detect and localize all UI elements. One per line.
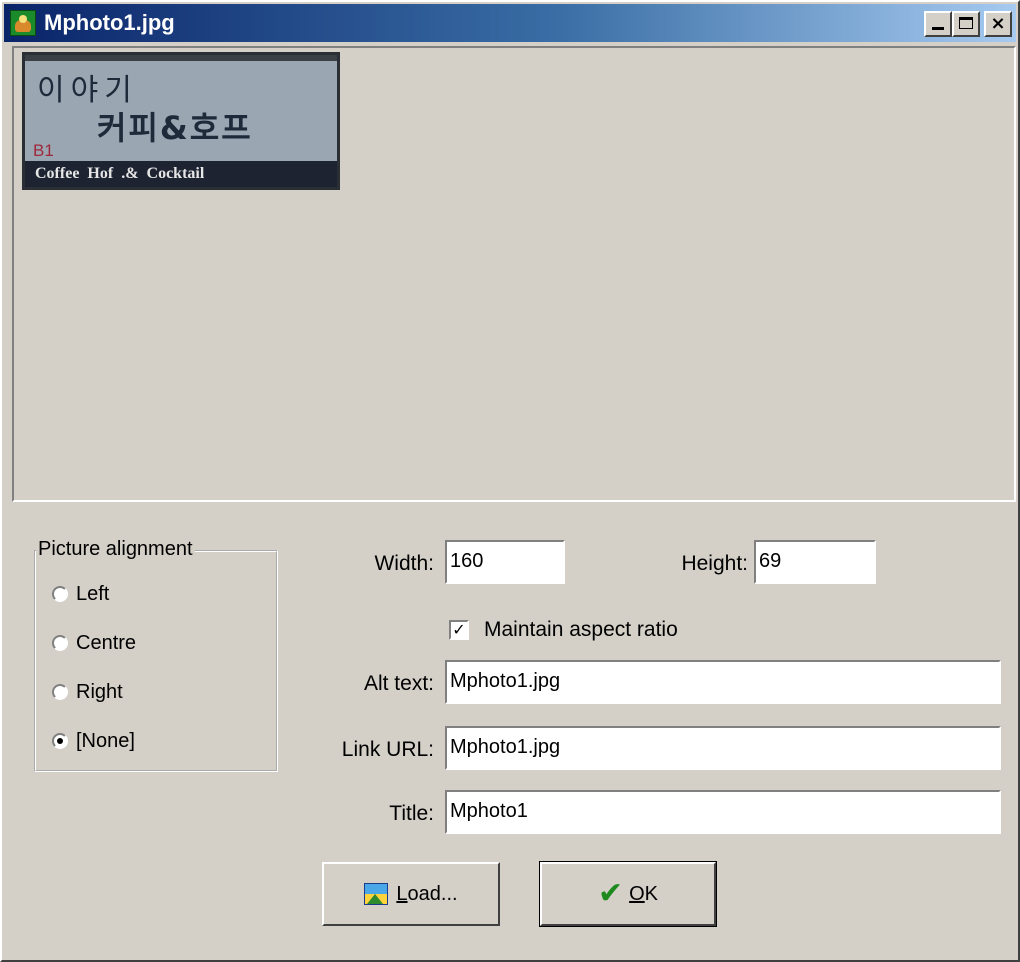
maximize-button[interactable] [952,11,980,37]
link-url-input[interactable]: Mphoto1.jpg [445,726,1001,770]
title-input[interactable]: Mphoto1 [445,790,1001,834]
window-title: Mphoto1.jpg [44,10,175,35]
alt-text-input[interactable]: Mphoto1.jpg [445,660,1001,704]
sign-band-text: Coffee Hof .& Cocktail [25,161,337,187]
load-mnemonic: L [396,882,408,905]
picture-alignment-legend: Picture alignment [36,538,195,561]
maintain-aspect-label[interactable]: Maintain aspect ratio [484,618,678,642]
radio-label-none: [None] [76,729,135,752]
ok-label: K [644,882,659,905]
radio-button[interactable] [52,635,68,651]
radio-left[interactable]: Left [52,580,109,608]
camera-icon[interactable] [10,10,36,36]
ok-mnemonic: O [629,882,645,905]
radio-button[interactable] [52,684,68,700]
radio-none[interactable]: [None] [52,727,135,755]
alt-text-label: Alt text: [363,672,434,695]
maximize-icon [959,17,973,29]
title-label: Title: [389,802,434,825]
height-label: Height: [681,552,748,575]
ok-button[interactable]: ✔ OK [539,861,717,927]
close-button[interactable]: × [984,11,1012,37]
picture-icon [364,883,389,905]
close-icon: × [990,13,1006,34]
picture-alignment-group: Picture alignment Left Centre Right [Non… [34,538,278,772]
radio-label-left: Left [76,582,110,605]
title-bar[interactable]: Mphoto1.jpg × [4,4,1016,42]
image-properties-window: Mphoto1.jpg × 이야기 커피&호프 B1 Coffee Hof .&… [0,0,1020,962]
radio-right[interactable]: Right [52,678,123,706]
link-url-label: Link URL: [341,738,434,761]
minimize-button[interactable] [924,11,952,37]
height-input[interactable]: 69 [754,540,876,584]
maintain-aspect-checkbox[interactable]: ✓ [449,620,469,640]
radio-button-selected[interactable] [52,733,68,749]
checkmark-icon: ✔ [597,876,624,911]
radio-button[interactable] [52,586,68,602]
sign-floor-label: B1 [33,141,54,160]
width-input[interactable]: 160 [445,540,565,584]
load-label: oad... [407,882,458,905]
minimize-icon [932,27,944,30]
radio-centre[interactable]: Centre [52,629,136,657]
radio-label-right: Right [76,680,123,703]
width-label: Width: [374,552,434,575]
sign-text-line2: 커피&호프 [97,109,253,147]
radio-label-centre: Centre [76,631,137,654]
preview-image: 이야기 커피&호프 B1 Coffee Hof .& Cocktail [22,52,340,190]
image-preview-pane: 이야기 커피&호프 B1 Coffee Hof .& Cocktail [12,46,1016,502]
sign-top-strip [25,55,337,61]
load-button[interactable]: Load... [322,862,500,926]
